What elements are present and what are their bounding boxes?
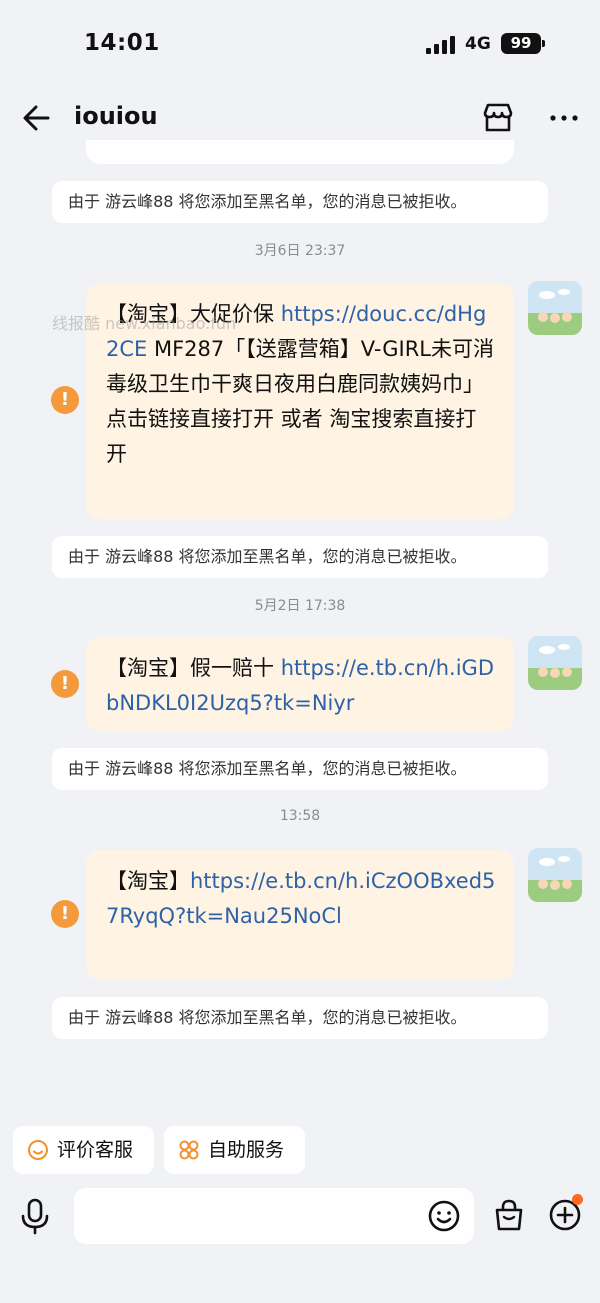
storefront-icon	[483, 103, 513, 132]
self-service-button[interactable]: 自助服务	[164, 1126, 305, 1174]
arrow-left-icon	[23, 105, 50, 131]
ellipsis-icon	[550, 115, 578, 121]
back-button[interactable]	[18, 100, 58, 136]
self-service-label: 自助服务	[208, 1139, 285, 1161]
message-timestamp: 5月2日 17:38	[254, 598, 346, 614]
send-failed-icon[interactable]: !	[51, 670, 79, 698]
status-time: 14:01	[84, 30, 160, 56]
message-prefix: 【淘宝】	[106, 869, 190, 893]
rate-service-button[interactable]: 评价客服	[13, 1126, 154, 1174]
battery-indicator: 99	[501, 33, 545, 54]
message-prefix: 【淘宝】假一赔十	[106, 656, 281, 680]
smile-icon	[28, 1140, 48, 1160]
chat-title: iouiou	[74, 102, 158, 130]
block-notice: 由于 游云峰88 将您添加至黑名单，您的消息已被拒收。	[52, 181, 548, 223]
message-text: MF287「【送露营箱】V-GIRL未可消毒级卫生巾干爽日夜用白鹿同款姨妈巾」	[106, 337, 494, 396]
rate-service-label: 评价客服	[57, 1139, 134, 1161]
orders-button[interactable]	[490, 1196, 528, 1234]
signal-icon	[426, 36, 456, 54]
block-notice: 由于 游云峰88 将您添加至黑名单，您的消息已被拒收。	[52, 748, 548, 790]
avatar[interactable]	[528, 636, 582, 690]
avatar[interactable]	[528, 848, 582, 902]
network-label: 4G	[465, 34, 491, 54]
status-bar: 14:01 4G 99	[0, 0, 600, 88]
send-failed-icon[interactable]: !	[51, 900, 79, 928]
message-bubble[interactable]: 【淘宝】https://e.tb.cn/h.iCzOOBxed57RyqQ?tk…	[86, 850, 514, 980]
grid-flower-icon	[179, 1140, 199, 1160]
microphone-icon	[21, 1198, 49, 1235]
shopping-bag-icon	[495, 1199, 523, 1231]
message-timestamp: 13:58	[279, 808, 321, 824]
previous-message-bubble	[86, 140, 514, 164]
block-notice: 由于 游云峰88 将您添加至黑名单，您的消息已被拒收。	[52, 536, 548, 578]
more-button[interactable]	[544, 98, 584, 138]
emoji-button[interactable]	[426, 1198, 462, 1234]
watermark: 线报酷 new.xianbao.fun	[52, 314, 237, 333]
send-failed-icon[interactable]: !	[51, 386, 79, 414]
avatar[interactable]	[528, 281, 582, 335]
voice-button[interactable]	[16, 1196, 54, 1236]
message-input[interactable]	[74, 1188, 474, 1244]
shop-button[interactable]	[478, 98, 518, 138]
message-timestamp: 3月6日 23:37	[254, 243, 346, 259]
message-bubble[interactable]: 【淘宝】假一赔十 https://e.tb.cn/h.iGDbNDKL0I2Uz…	[86, 637, 514, 731]
block-notice: 由于 游云峰88 将您添加至黑名单，您的消息已被拒收。	[52, 997, 548, 1039]
emoji-icon	[428, 1200, 460, 1232]
message-text-line: 点击链接直接打开 或者 淘宝搜索直接打开	[106, 407, 477, 466]
input-bar	[0, 1180, 600, 1250]
notification-dot	[572, 1194, 583, 1205]
